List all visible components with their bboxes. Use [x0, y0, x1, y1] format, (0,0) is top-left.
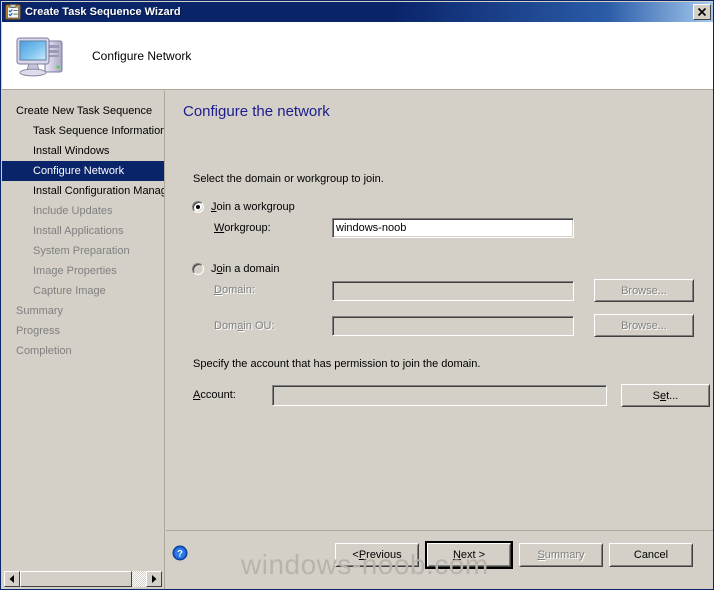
- sidebar-item-create-new-task-sequence[interactable]: Create New Task Sequence: [2, 101, 164, 121]
- set-account-button[interactable]: Se t...: [621, 384, 710, 407]
- label-domain-ou: Domain OU:: [214, 320, 275, 332]
- close-icon[interactable]: [693, 4, 711, 20]
- label-account: Account:: [193, 389, 236, 401]
- sidebar-item-capture-image: Capture Image: [33, 285, 106, 297]
- arrow-right-icon[interactable]: [146, 571, 162, 587]
- workgroup-input[interactable]: windows-noob: [332, 218, 574, 238]
- sidebar-item-task-sequence-information[interactable]: Task Sequence Information: [2, 121, 164, 141]
- sidebar-item-progress: Progress: [16, 325, 61, 337]
- scrollbar-thumb[interactable]: [20, 571, 132, 587]
- radio-indicator-domain[interactable]: [192, 263, 204, 275]
- sidebar-item-summary: Summary: [16, 305, 64, 317]
- content-panel: Configure the network Select the domain …: [166, 91, 713, 531]
- sidebar-item-configure-network[interactable]: Configure Network: [2, 161, 164, 181]
- browse-domain-button: Browse...: [594, 279, 694, 302]
- instruction-select-domain-or-workgroup: Select the domain or workgroup to join.: [193, 173, 384, 185]
- radio-join-a-domain[interactable]: Join a domain: [192, 263, 280, 275]
- sidebar-item-include-updates: Include Updates: [33, 205, 113, 217]
- body-area: Create New Task Sequence Task Sequence I…: [2, 91, 713, 589]
- wizard-sidebar: Create New Task Sequence Task Sequence I…: [2, 91, 165, 589]
- summary-button: Summary: [519, 543, 603, 567]
- label-domain: Domain:: [214, 284, 255, 296]
- label-workgroup: Workgroup:: [214, 222, 271, 234]
- radio-join-a-workgroup[interactable]: Join a workgroup: [192, 201, 295, 213]
- wizard-header: Configure Network: [2, 22, 713, 90]
- header-title: Configure Network: [92, 48, 192, 63]
- instruction-specify-account: Specify the account that has permission …: [193, 358, 481, 370]
- sidebar-nav-list: Create New Task Sequence Task Sequence I…: [2, 91, 164, 361]
- sidebar-item-install-applications: Install Applications: [33, 225, 124, 237]
- page-title: Configure the network: [183, 103, 330, 120]
- svg-text:?: ?: [177, 549, 183, 560]
- help-icon[interactable]: ?: [172, 545, 188, 561]
- window-title: Create Task Sequence Wizard: [25, 6, 181, 18]
- wizard-window: Create Task Sequence Wizard Configure Ne…: [0, 0, 714, 590]
- title-bar: Create Task Sequence Wizard: [2, 2, 713, 22]
- radio-label-join-a-workgroup: Join a workgroup: [211, 201, 295, 213]
- radio-indicator-workgroup[interactable]: [192, 201, 204, 213]
- domain-input: [332, 281, 574, 301]
- sidebar-item-install-windows[interactable]: Install Windows: [2, 141, 164, 161]
- cancel-button[interactable]: Cancel: [609, 543, 693, 567]
- sidebar-item-system-preparation: System Preparation: [33, 245, 130, 257]
- sidebar-horizontal-scrollbar[interactable]: [4, 571, 162, 587]
- sidebar-item-install-configuration-manager[interactable]: Install Configuration Manag: [2, 181, 164, 201]
- scrollbar-track[interactable]: [20, 571, 146, 587]
- task-sequence-icon: [5, 4, 21, 20]
- computer-icon: [14, 32, 70, 80]
- sidebar-item-image-properties: Image Properties: [33, 265, 117, 277]
- wizard-footer: ? < Previous Next > Summary Cancel: [166, 532, 713, 589]
- sidebar-item-completion: Completion: [16, 345, 72, 357]
- next-button[interactable]: Next >: [425, 541, 513, 569]
- account-input[interactable]: [272, 385, 607, 406]
- domain-ou-input: [332, 316, 574, 336]
- browse-domain-ou-button: Browse...: [594, 314, 694, 337]
- radio-label-join-a-domain: Join a domain: [211, 263, 280, 275]
- arrow-left-icon[interactable]: [4, 571, 20, 587]
- previous-button[interactable]: < Previous: [335, 543, 419, 567]
